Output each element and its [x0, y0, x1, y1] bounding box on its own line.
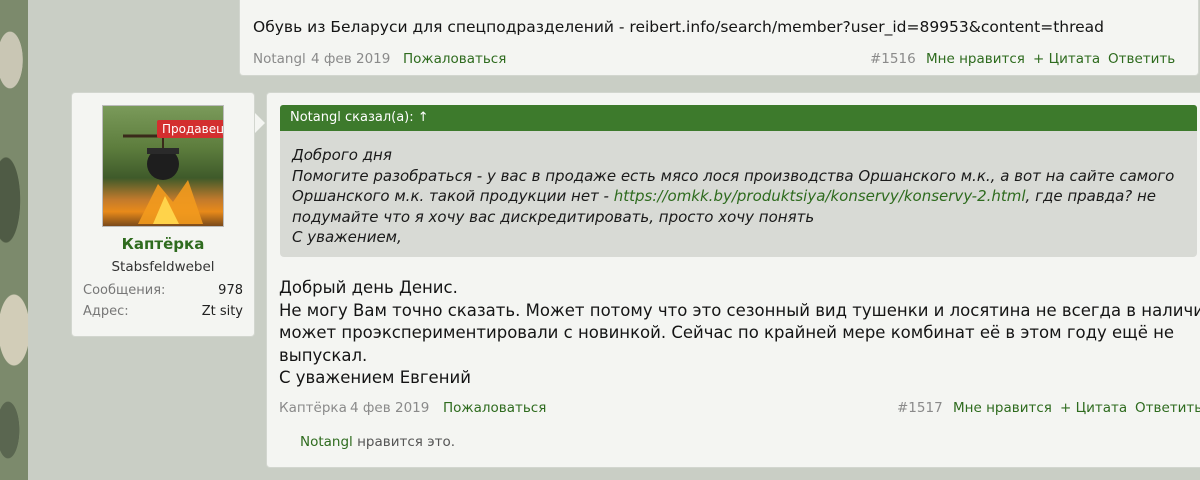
likes-user-link[interactable]: Notangl — [300, 434, 353, 450]
seller-badge: Продавец — [157, 120, 223, 138]
quote-body: Доброго дня Помогите разобраться - у вас… — [280, 131, 1197, 257]
previous-post-date[interactable]: 4 фев 2019 — [311, 51, 390, 67]
previous-post-text: Обувь из Беларуси для спецподразделений … — [253, 18, 1104, 36]
message-line: С уважением Евгений — [279, 368, 471, 387]
quote-text: Оршанского м.к. такой продукции нет - — [292, 187, 614, 205]
messages-label: Сообщения: — [83, 283, 166, 298]
quote-line: Доброго дня — [292, 146, 392, 164]
previous-post: Обувь из Беларуси для спецподразделений … — [239, 0, 1199, 76]
address-label: Адрес: — [83, 304, 129, 319]
avatar[interactable]: Продавец — [102, 105, 224, 227]
message-line: выпускал. — [279, 345, 368, 365]
quote-header[interactable]: Notangl сказал(а): ↑ — [280, 105, 1197, 131]
message-line: Не могу Вам точно сказать. Может потому … — [279, 300, 1200, 320]
user-title: Stabsfeldwebel — [111, 259, 215, 275]
likes-text: нравится это. — [357, 434, 456, 450]
quote-line: Помогите разобраться - у вас в продаже е… — [292, 166, 1175, 185]
quote-line: С уважением, — [292, 228, 402, 246]
quote-link[interactable]: https://omkk.by/produktsiya/konservy/kon… — [614, 187, 1026, 205]
post-reply-link[interactable]: Ответить — [1135, 400, 1200, 416]
post-message: Добрый день Денис. Не могу Вам точно ска… — [279, 277, 1200, 390]
post-report-link[interactable]: Пожаловаться — [443, 400, 546, 416]
previous-post-like-link[interactable]: Мне нравится — [926, 51, 1025, 67]
username[interactable]: Каптёрка — [72, 235, 254, 253]
previous-post-reply-link[interactable]: Ответить — [1108, 51, 1175, 67]
post-number[interactable]: #1517 — [897, 400, 943, 416]
quote-line: Оршанского м.к. такой продукции нет - ht… — [292, 186, 1185, 207]
previous-post-author[interactable]: Notangl — [253, 51, 306, 67]
previous-post-report-link[interactable]: Пожаловаться — [403, 51, 506, 67]
quote-text: , где правда? не — [1025, 187, 1157, 205]
post-like-link[interactable]: Мне нравится — [953, 400, 1052, 416]
message-line: может проэкспериментировали с новинкой. … — [279, 323, 1175, 342]
previous-post-quote-link[interactable]: + Цитата — [1033, 51, 1100, 67]
camo-background — [0, 0, 28, 480]
post-quote-link[interactable]: + Цитата — [1060, 400, 1127, 416]
post-1517: Notangl сказал(а): ↑ Доброго дня Помогит… — [266, 92, 1200, 468]
post-author[interactable]: Каптёрка — [279, 400, 347, 416]
forum-thread-area: Обувь из Беларуси для спецподразделений … — [28, 0, 1200, 480]
post-date[interactable]: 4 фев 2019 — [350, 400, 429, 416]
message-line: Добрый день Денис. — [279, 278, 458, 297]
messages-count[interactable]: 978 — [218, 283, 243, 298]
user-info-block: Продавец Каптёрка Stabsfeldwebel Сообщен… — [71, 92, 265, 337]
quote-line: подумайте что я хочу вас дискредитироват… — [292, 207, 815, 226]
likes-summary: Notangl нравится это. — [300, 434, 455, 450]
previous-post-number[interactable]: #1516 — [870, 51, 916, 67]
address-value: Zt sity — [201, 304, 243, 319]
